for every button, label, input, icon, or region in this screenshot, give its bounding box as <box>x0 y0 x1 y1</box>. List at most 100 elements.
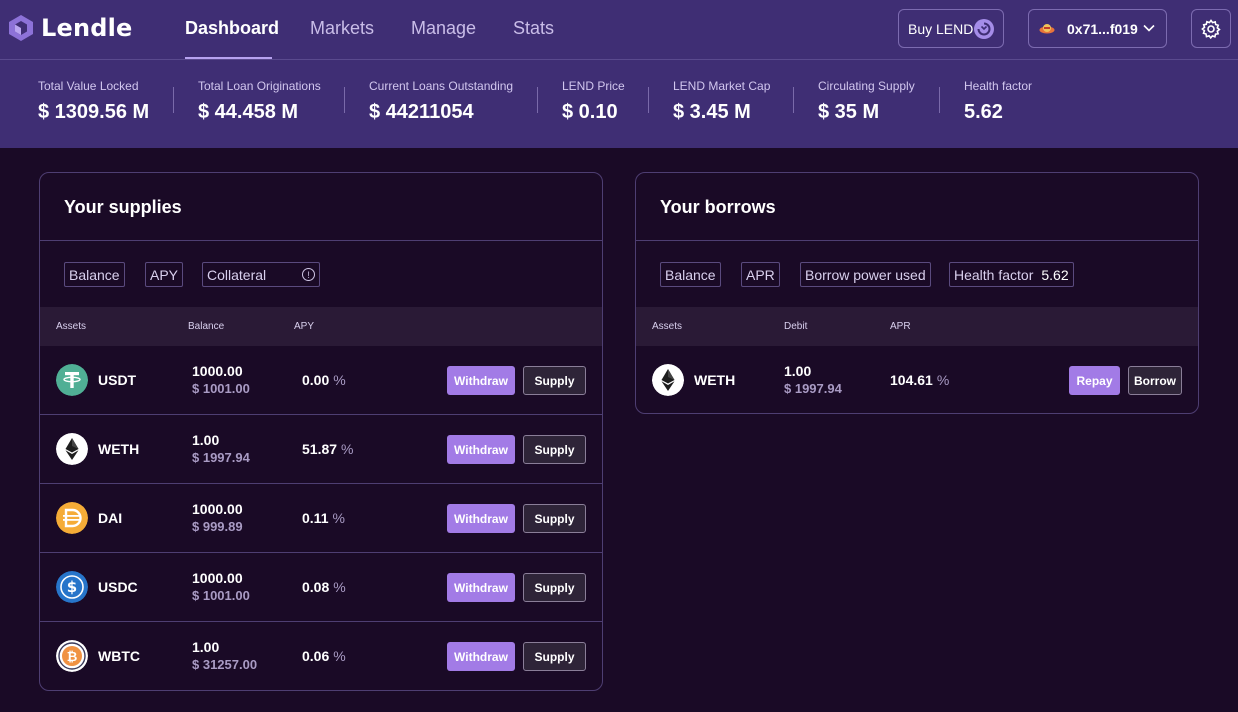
balance-amount: 1000.00 <box>192 570 243 586</box>
withdraw-button[interactable]: Withdraw <box>447 435 515 464</box>
wbtc-icon: ₿ <box>56 640 88 672</box>
apr-number: 104.61 <box>890 372 933 388</box>
chip-label: Balance <box>665 266 716 283</box>
column-assets: Assets <box>652 321 683 332</box>
supplies-balance-chip: Balance <box>64 262 125 287</box>
logo[interactable]: Lendle <box>8 14 133 42</box>
borrows-title: Your borrows <box>660 197 776 217</box>
stat-total-value-locked: Total Value Locked $ 1309.56 M <box>38 79 149 124</box>
buy-lend-button[interactable]: Buy LEND <box>898 9 1004 48</box>
withdraw-button[interactable]: Withdraw <box>447 504 515 533</box>
asset-symbol: DAI <box>98 510 123 526</box>
supplies-card: Your supplies Balance APY Collateral ! A… <box>39 172 603 691</box>
apy-number: 0.08 <box>302 579 330 595</box>
chip-label: Collateral <box>207 266 267 283</box>
column-apy: APY <box>294 321 315 332</box>
balance-amount: 1000.00 <box>192 363 243 379</box>
stats-bar: Total Value Locked $ 1309.56 M Total Loa… <box>0 60 1238 148</box>
wallet-address: 0x71...f019 <box>1067 21 1138 37</box>
chip-label: APR <box>746 266 775 283</box>
nav-stats[interactable]: Stats <box>513 18 554 39</box>
debit-amount: 1.00 <box>784 363 812 379</box>
stat-divider <box>793 87 794 113</box>
balance-amount: 1000.00 <box>192 501 243 517</box>
chip-label: Borrow power used <box>805 266 926 283</box>
borrow-power-used-chip: Borrow power used <box>800 262 931 287</box>
withdraw-button[interactable]: Withdraw <box>447 573 515 602</box>
nav-markets[interactable]: Markets <box>310 18 374 39</box>
wallet-avatar-icon <box>1039 24 1055 34</box>
asset-symbol: WBTC <box>98 648 140 664</box>
balance-usd: $ 1001.00 <box>192 588 250 603</box>
balance-usd: $ 1997.94 <box>192 450 250 465</box>
apy-value: 51.87% <box>302 441 354 457</box>
supply-button[interactable]: Supply <box>523 366 586 395</box>
supplies-title: Your supplies <box>64 197 182 217</box>
chip-label: Balance <box>69 266 120 283</box>
buy-lend-label: Buy LEND <box>908 20 974 37</box>
nav-manage[interactable]: Manage <box>411 18 476 39</box>
balance-usd: $ 31257.00 <box>192 657 258 672</box>
weth-icon <box>56 433 88 465</box>
supply-button[interactable]: Supply <box>523 573 586 602</box>
percent-sign: % <box>333 579 346 595</box>
wallet-button[interactable]: 0x71...f019 <box>1028 9 1167 48</box>
percent-sign: % <box>333 372 346 388</box>
table-row: WETH 1.00 $ 1997.94 51.87% Withdraw Supp… <box>40 415 602 484</box>
stat-current-loans-outstanding: Current Loans Outstanding $ 44211054 <box>369 79 513 124</box>
stat-total-loan-originations: Total Loan Originations $ 44.458 M <box>198 79 321 124</box>
apy-value: 0.00% <box>302 372 346 388</box>
stat-label: Total Loan Originations <box>198 79 321 93</box>
stat-label: Health factor <box>964 79 1033 93</box>
supply-button[interactable]: Supply <box>523 504 586 533</box>
stat-label: LEND Market Cap <box>673 79 771 93</box>
percent-sign: % <box>936 372 950 388</box>
stat-lend-market-cap: LEND Market Cap $ 3.45 M <box>673 79 770 124</box>
stat-label: Current Loans Outstanding <box>369 79 514 93</box>
borrows-table-header: Assets Debit APR <box>636 307 1198 346</box>
balance-usd: $ 1001.00 <box>192 381 250 396</box>
withdraw-button[interactable]: Withdraw <box>447 366 515 395</box>
dai-icon <box>56 502 88 534</box>
apy-value: 0.11% <box>302 510 345 526</box>
repay-button[interactable]: Repay <box>1069 366 1120 395</box>
divider <box>40 240 602 241</box>
supplies-collateral-chip: Collateral ! <box>202 262 321 287</box>
borrow-button[interactable]: Borrow <box>1128 366 1182 395</box>
supplies-apy-chip: APY <box>145 262 184 287</box>
apy-value: 0.06% <box>302 648 346 664</box>
lendle-logo-icon <box>9 15 33 41</box>
supply-button[interactable]: Supply <box>523 642 586 671</box>
settings-button[interactable] <box>1191 9 1231 48</box>
chevron-down-icon <box>1143 24 1155 32</box>
asset-symbol: USDT <box>98 372 137 388</box>
chip-label: Health factor <box>954 266 1034 283</box>
percent-sign: % <box>341 441 354 457</box>
stat-divider <box>344 87 345 113</box>
stat-circulating-supply: Circulating Supply $ 35 M <box>818 79 915 124</box>
nav-dashboard[interactable]: Dashboard <box>185 18 279 39</box>
column-apr: APR <box>890 321 911 332</box>
gear-icon <box>1201 18 1221 39</box>
balance-amount: 1.00 <box>192 639 220 655</box>
info-icon[interactable]: ! <box>302 268 316 281</box>
nav-active-underline <box>185 57 272 59</box>
stat-health-factor: Health factor 5.62 <box>964 79 1032 124</box>
stat-divider <box>939 87 940 113</box>
svg-text:$: $ <box>67 578 77 596</box>
balance-usd: $ 999.89 <box>192 519 243 534</box>
usdc-icon: $ <box>56 571 88 603</box>
stat-value: $ 0.10 <box>562 101 618 123</box>
borrows-balance-chip: Balance <box>660 262 721 287</box>
health-factor-chip: Health factor 5.62 <box>949 262 1074 287</box>
stat-divider <box>648 87 649 113</box>
withdraw-button[interactable]: Withdraw <box>447 642 515 671</box>
debit-usd: $ 1997.94 <box>784 381 842 396</box>
supply-button[interactable]: Supply <box>523 435 586 464</box>
stat-divider <box>173 87 174 113</box>
stat-lend-price: LEND Price $ 0.10 <box>562 79 625 124</box>
asset-symbol: USDC <box>98 579 138 595</box>
percent-sign: % <box>332 510 345 526</box>
percent-sign: % <box>333 648 346 664</box>
table-row: ₿ WBTC 1.00 $ 31257.00 0.06% Withdraw Su… <box>40 622 602 690</box>
